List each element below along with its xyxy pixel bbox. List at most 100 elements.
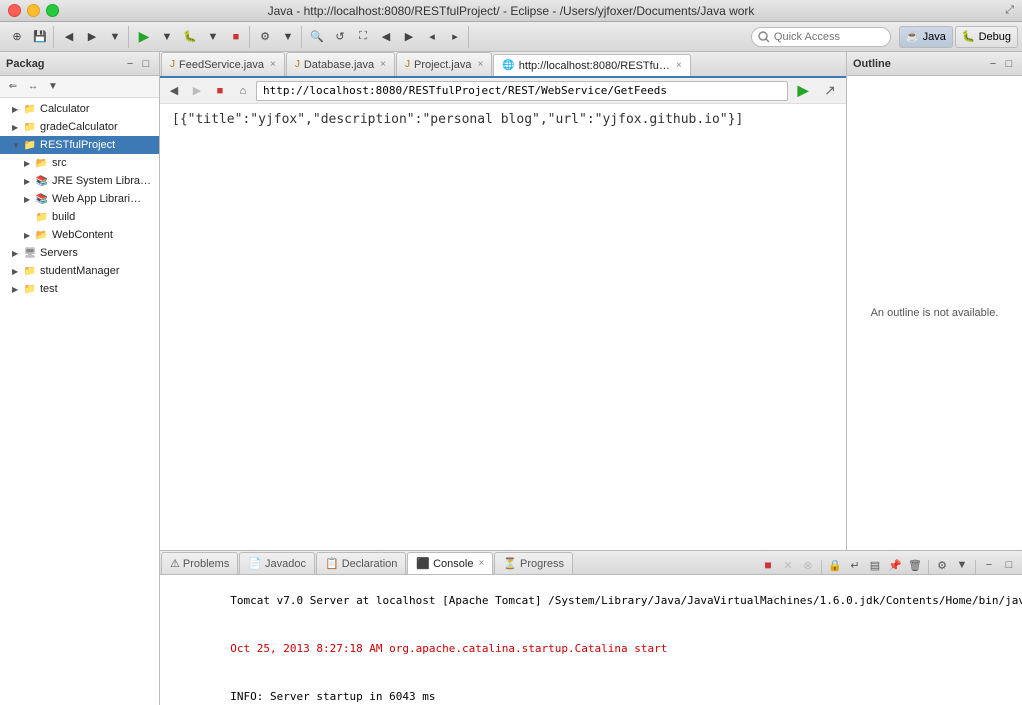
tab-javadoc[interactable]: 📄 Javadoc [239, 552, 315, 574]
pkg-menu-button[interactable]: ▼ [44, 78, 62, 96]
tab-problems[interactable]: ⚠ Problems [161, 552, 238, 574]
tab-close-feedservice[interactable]: × [270, 59, 276, 70]
close-button[interactable] [8, 4, 21, 17]
tree-arrow-test: ▶ [12, 285, 22, 294]
console-word-wrap-button[interactable]: ↵ [846, 556, 864, 574]
console-pin-button[interactable]: 📌 [886, 556, 904, 574]
minimize-panel-button[interactable]: − [123, 57, 137, 71]
java-perspective-button[interactable]: ☕ Java [899, 26, 953, 48]
bookmark-button[interactable]: ⛶ [352, 26, 374, 48]
tree-label-restfulproject: RESTfulProject [40, 139, 115, 151]
console-show-console-button[interactable]: ▤ [866, 556, 884, 574]
package-toolbar: ⇐ ↔ ▼ [0, 76, 159, 98]
prev-edit-button[interactable]: ◀ [375, 26, 397, 48]
quick-access-input[interactable] [751, 27, 891, 47]
browser-go-button[interactable]: ▶ [791, 81, 815, 101]
resize-icon[interactable]: ⤢ [1005, 4, 1014, 17]
prev-ann-button[interactable]: ◂ [421, 26, 443, 48]
tab-browser[interactable]: 🌐 http://localhost:8080/RESTfu… × [493, 54, 690, 78]
maximize-button[interactable] [46, 4, 59, 17]
java-icon-feedservice: J [170, 59, 175, 70]
console-clear-button[interactable]: 🗑 [906, 556, 924, 574]
minimize-outline-button[interactable]: − [986, 57, 1000, 71]
tab-progress[interactable]: ⏳ Progress [494, 552, 573, 574]
outline-empty-message: An outline is not available. [871, 307, 999, 319]
tree-item-calculator[interactable]: ▶ 📁 Calculator [0, 100, 159, 118]
build-dropdown[interactable]: ▼ [277, 26, 299, 48]
minimize-bottom-button[interactable]: − [980, 556, 998, 574]
tree-item-test[interactable]: ▶ 📁 test [0, 280, 159, 298]
toolbar-group-build: ⚙ ▼ [252, 26, 302, 48]
tree-item-webcontent[interactable]: ▶ 📂 WebContent [0, 226, 159, 244]
debug-perspective-button[interactable]: 🐛 Debug [955, 26, 1018, 48]
panel-controls: − □ [123, 57, 153, 71]
debug-perspective-icon: 🐛 [962, 30, 976, 43]
next-ann-button[interactable]: ▸ [444, 26, 466, 48]
tab-feedservice[interactable]: J FeedService.java × [161, 52, 285, 76]
tree-label-build: build [52, 211, 75, 223]
package-tree: ▶ 📁 Calculator ▶ 📁 gradeCalculator ▼ 📁 R… [0, 98, 159, 705]
maximize-outline-button[interactable]: □ [1002, 57, 1016, 71]
search-button[interactable]: 🔍 [306, 26, 328, 48]
link-editor-button[interactable]: ↔ [24, 78, 42, 96]
next-edit-button[interactable]: ▶ [398, 26, 420, 48]
tree-arrow-webcontent: ▶ [24, 231, 34, 240]
tree-item-jre[interactable]: ▶ 📚 JRE System Libra… [0, 172, 159, 190]
tab-declaration[interactable]: 📋 Declaration [316, 552, 406, 574]
tab-label-progress: Progress [520, 558, 564, 570]
build-button[interactable]: ⚙ [254, 26, 276, 48]
tree-label-gradecalculator: gradeCalculator [40, 121, 118, 133]
console-remove-button[interactable]: ✕ [779, 556, 797, 574]
debug-button[interactable]: 🐛 [179, 26, 201, 48]
debug-dropdown[interactable]: ▼ [202, 26, 224, 48]
browser-forward-button[interactable]: ▶ [187, 81, 207, 101]
tab-close-project[interactable]: × [478, 59, 484, 70]
stop-button[interactable]: ■ [225, 26, 247, 48]
tree-item-webapp-lib[interactable]: ▶ 📚 Web App Librari… [0, 190, 159, 208]
save-button[interactable]: 💾 [29, 26, 51, 48]
tree-item-restfulproject[interactable]: ▼ 📁 RESTfulProject [0, 136, 159, 154]
tree-item-studentmanager[interactable]: ▶ 📁 studentManager [0, 262, 159, 280]
tree-item-servers[interactable]: ▶ 🖥 Servers [0, 244, 159, 262]
tab-label-problems: Problems [183, 558, 229, 570]
browser-home-button[interactable]: ⌂ [233, 81, 253, 101]
tab-project[interactable]: J Project.java × [396, 52, 492, 76]
history-button[interactable]: ▼ [104, 26, 126, 48]
tab-close-database[interactable]: × [380, 59, 386, 70]
tab-close-browser[interactable]: × [676, 60, 682, 71]
console-settings-button[interactable]: ⚙ [933, 556, 951, 574]
new-button[interactable]: ⊕ [6, 26, 28, 48]
java-icon-project: J [405, 59, 410, 70]
bottom-panel: ⚠ Problems 📄 Javadoc 📋 Declaration ⬛ Con… [160, 550, 1022, 705]
console-terminate-button[interactable]: ■ [759, 556, 777, 574]
run-dropdown[interactable]: ▼ [156, 26, 178, 48]
tree-item-src[interactable]: ▶ 📂 src [0, 154, 159, 172]
minimize-button[interactable] [27, 4, 40, 17]
tab-database[interactable]: J Database.java × [286, 52, 395, 76]
browser-stop-button[interactable]: ■ [210, 81, 230, 101]
console-scroll-lock-button[interactable]: 🔒 [826, 556, 844, 574]
forward-button[interactable]: ▶ [81, 26, 103, 48]
tree-label-calculator: Calculator [40, 103, 90, 115]
javadoc-icon: 📄 [248, 557, 262, 570]
browser-open-external-button[interactable]: ↗ [818, 81, 842, 101]
maximize-panel-button[interactable]: □ [139, 57, 153, 71]
browser-back-button[interactable]: ◀ [164, 81, 184, 101]
tree-label-studentmanager: studentManager [40, 265, 120, 277]
tab-label-console: Console [433, 558, 473, 570]
maximize-bottom-button[interactable]: □ [1000, 556, 1018, 574]
tree-item-gradecalculator[interactable]: ▶ 📁 gradeCalculator [0, 118, 159, 136]
tree-item-build[interactable]: 📁 build [0, 208, 159, 226]
main-content: Packag − □ ⇐ ↔ ▼ ▶ 📁 Calculator ▶ 📁 [0, 52, 1022, 705]
browser-url-input[interactable] [256, 81, 788, 101]
perspective-bar: ☕ Java 🐛 Debug [899, 26, 1018, 48]
collapse-all-button[interactable]: ⇐ [4, 78, 22, 96]
console-remove-all-button[interactable]: ⊗ [799, 556, 817, 574]
refactor-button[interactable]: ↺ [329, 26, 351, 48]
console-view-menu-button[interactable]: ▼ [953, 556, 971, 574]
project-icon-restfulproject: 📁 [22, 137, 38, 153]
tab-console[interactable]: ⬛ Console × [407, 552, 493, 574]
run-button[interactable]: ▶ [133, 26, 155, 48]
back-button[interactable]: ◀ [58, 26, 80, 48]
console-tab-close[interactable]: × [478, 558, 484, 569]
